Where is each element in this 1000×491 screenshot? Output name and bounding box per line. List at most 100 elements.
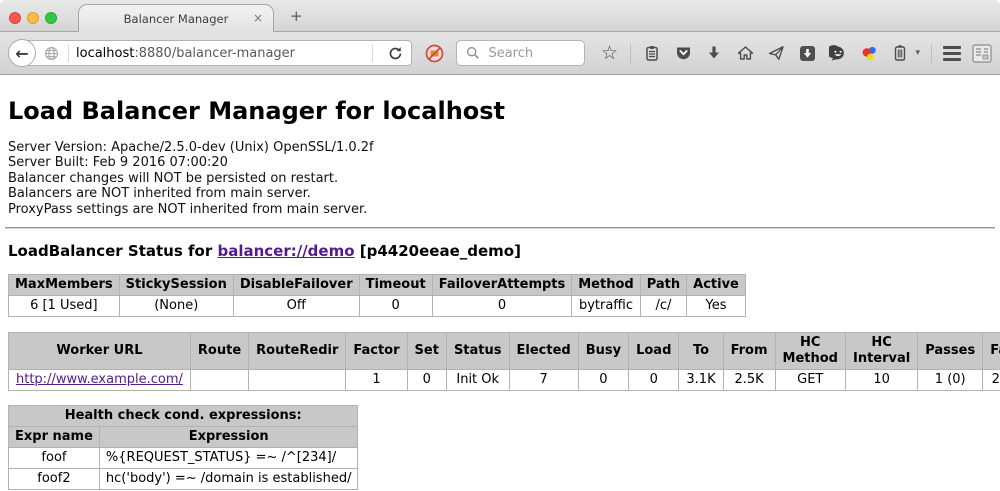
column-header: Method [572, 275, 640, 296]
zoom-window-button[interactable] [45, 12, 57, 24]
table-cell: 1 [346, 370, 407, 391]
balancer-inherit-note: Balancers are NOT inherited from main se… [8, 186, 1000, 201]
column-header: To [679, 333, 723, 370]
back-button[interactable]: ← [8, 39, 36, 67]
overflow-caret-icon[interactable]: ▾ [915, 48, 920, 58]
worker-status-table: Worker URLRouteRouteRedirFactorSetStatus… [8, 332, 1000, 391]
table-cell [190, 370, 248, 391]
table-cell: 0 [578, 370, 628, 391]
column-header: DisableFailover [233, 275, 359, 296]
video-download-helper-icon[interactable] [797, 43, 817, 63]
table-row: 6 [1 Used](None)Off00bytraffic/c/Yes [9, 296, 746, 317]
table-cell: 0 [359, 296, 432, 317]
url-domain: localhost [76, 46, 134, 61]
table-cell: 1 (0) [918, 370, 983, 391]
column-header: Fails [983, 333, 1000, 370]
server-version-line: Server Version: Apache/2.5.0-dev (Unix) … [8, 140, 1000, 155]
toolbar-icons: ☆ [599, 43, 992, 63]
url-bar[interactable]: localhost:8880/balancer-manager [22, 40, 412, 66]
search-bar[interactable] [456, 40, 585, 66]
table-cell: 6 [1 Used] [9, 296, 120, 317]
column-header: Worker URL [9, 333, 191, 370]
globe-icon[interactable] [41, 43, 61, 63]
proxypass-inherit-note: ProxyPass settings are NOT inherited fro… [8, 202, 1000, 217]
toolbar-divider [630, 44, 631, 63]
column-header: Route [190, 333, 248, 370]
table-cell: foof [9, 448, 100, 469]
table-cell: /c/ [640, 296, 686, 317]
loadbalancer-status-heading: LoadBalancer Status for balancer://demo … [8, 242, 1000, 260]
table-cell: GET [775, 370, 845, 391]
table-header-row: Worker URLRouteRouteRedirFactorSetStatus… [9, 333, 1000, 370]
downloads-icon[interactable] [704, 43, 724, 63]
page-content: Load Balancer Manager for localhost Serv… [0, 75, 1000, 491]
balancer-demo-link[interactable]: balancer://demo [217, 242, 354, 260]
column-header: Expr name [9, 427, 100, 448]
tab-close-icon[interactable]: × [253, 12, 263, 24]
server-built-line: Server Built: Feb 9 2016 07:00:20 [8, 155, 1000, 170]
table-cell: hc('body') =~ /domain is established/ [99, 469, 358, 490]
table-row: foof%{REQUEST_STATUS} =~ /^[234]/ [9, 448, 358, 469]
tab-balancer-manager[interactable]: Balancer Manager × [78, 4, 274, 32]
column-header: Busy [578, 333, 628, 370]
table-cell: 2.5K [723, 370, 775, 391]
table-cell: 0 [629, 370, 679, 391]
column-header: Set [407, 333, 446, 370]
url-path: :8880/balancer-manager [134, 46, 295, 61]
browser-window: Balancer Manager × + ← localhost:8880/ba… [0, 0, 1000, 491]
pocket-icon[interactable] [673, 43, 693, 63]
table-header-row: MaxMembersStickySessionDisableFailoverTi… [9, 275, 746, 296]
column-header: From [723, 333, 775, 370]
table-cell: 0 [432, 296, 572, 317]
column-header: Path [640, 275, 686, 296]
urlbar-divider [68, 44, 69, 62]
navigation-toolbar: ← localhost:8880/balancer-manager ☆ [0, 32, 1000, 75]
table-title: Health check cond. expressions: [9, 406, 358, 427]
tab-strip: Balancer Manager × + [0, 0, 1000, 32]
column-header: Expression [99, 427, 358, 448]
table-cell: %{REQUEST_STATUS} =~ /^[234]/ [99, 448, 358, 469]
table-row: http://www.example.com/ 10Init Ok7003.1K… [9, 370, 1000, 391]
search-icon [463, 43, 483, 63]
table-cell: 2 (0) [983, 370, 1000, 391]
status-heading-prefix: LoadBalancer Status for [8, 242, 217, 260]
table-header-row: Expr nameExpression [9, 427, 358, 448]
health-check-expressions-table: Health check cond. expressions:Expr name… [8, 405, 358, 490]
battery-extension-icon[interactable] [890, 43, 910, 63]
plugin-blocked-icon[interactable] [425, 44, 444, 63]
tab-title: Balancer Manager [124, 12, 229, 26]
balancer-persist-note: Balancer changes will NOT be persisted o… [8, 171, 1000, 186]
reload-button[interactable] [380, 46, 411, 61]
url-input[interactable]: localhost:8880/balancer-manager [76, 46, 365, 61]
table-cell: foof2 [9, 469, 100, 490]
close-window-button[interactable] [9, 12, 21, 24]
column-header: Elected [509, 333, 578, 370]
table-cell: 7 [509, 370, 578, 391]
send-plane-icon[interactable] [766, 43, 786, 63]
minimize-window-button[interactable] [27, 12, 39, 24]
new-tab-button[interactable]: + [284, 7, 309, 25]
colored-dots-extension-icon[interactable] [859, 43, 879, 63]
table-cell: Yes [687, 296, 746, 317]
bookmark-star-icon[interactable]: ☆ [599, 43, 619, 63]
column-header: StickySession [119, 275, 233, 296]
table-cell: Init Ok [446, 370, 509, 391]
column-header: HC Interval [845, 333, 917, 370]
table-cell: 3.1K [679, 370, 723, 391]
balancer-settings-table: MaxMembersStickySessionDisableFailoverTi… [8, 274, 746, 317]
column-header: Passes [918, 333, 983, 370]
table-cell: http://www.example.com/ [9, 370, 191, 391]
column-header: RouteRedir [249, 333, 346, 370]
home-icon[interactable] [735, 43, 755, 63]
worker-url-link[interactable]: http://www.example.com/ [16, 372, 183, 387]
column-header: Active [687, 275, 746, 296]
tab-groups-icon[interactable] [972, 43, 992, 63]
menu-hamburger-icon[interactable] [943, 46, 961, 61]
server-info: Server Version: Apache/2.5.0-dev (Unix) … [8, 140, 1000, 217]
column-header: MaxMembers [9, 275, 120, 296]
reading-list-icon[interactable] [642, 43, 662, 63]
urlbar-divider [372, 44, 373, 62]
chat-smiley-icon[interactable] [828, 43, 848, 63]
column-header: Factor [346, 333, 407, 370]
search-input[interactable] [488, 46, 578, 61]
